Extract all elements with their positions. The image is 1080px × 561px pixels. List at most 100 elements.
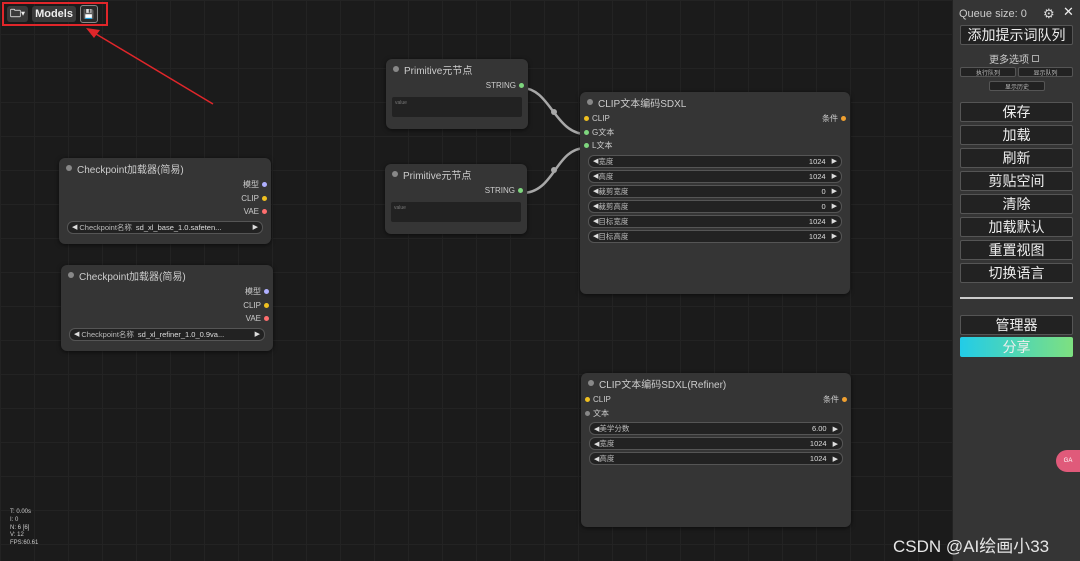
- stat-fps: FPS:60.61: [10, 540, 39, 547]
- left-arrow-icon[interactable]: ◀: [72, 223, 77, 231]
- widget-label: Checkpoint名称: [79, 222, 132, 232]
- vae-output[interactable]: VAE: [61, 312, 273, 326]
- widget-value: sd_xl_base_1.0.safeten...: [135, 222, 222, 232]
- value-textarea[interactable]: value: [392, 96, 522, 117]
- stat-vertices: V: 12: [10, 532, 24, 539]
- stat-iterations: I: 0: [10, 516, 19, 523]
- widget-value: 1024: [809, 454, 827, 463]
- output-label: CLIP: [243, 300, 261, 310]
- g-text-input[interactable]: G文本: [580, 126, 850, 140]
- clip-text-encode-sdxl-refiner-node[interactable]: CLIP文本编码SDXL(Refiner) CLIP 条件 文本 ◀ 美学分数 6.…: [581, 373, 851, 527]
- panel-divider: [960, 297, 1073, 299]
- target-width-widget[interactable]: ◀ 目标宽度 1024 ▶: [588, 214, 842, 228]
- node-title[interactable]: CLIP文本编码SDXL(Refiner): [581, 373, 851, 393]
- node-title[interactable]: Primitive元节点: [385, 164, 527, 184]
- vae-output[interactable]: VAE: [59, 205, 271, 219]
- models-button[interactable]: Models: [32, 6, 76, 22]
- clear-button[interactable]: 清除: [960, 194, 1073, 214]
- output-label: VAE: [245, 314, 261, 324]
- more-options-toggle[interactable]: 更多选项: [989, 51, 1039, 66]
- node-title[interactable]: Checkpoint加载器(简易): [59, 158, 271, 178]
- output-label: 模型: [243, 180, 259, 190]
- more-options-checkbox[interactable]: [1032, 55, 1039, 62]
- stat-time: T: 0.00s: [10, 509, 32, 515]
- widget-value: 1024: [808, 156, 826, 166]
- width-widget[interactable]: ◀ 宽度 1024 ▶: [588, 154, 842, 168]
- clip-input[interactable]: CLIP 条件: [580, 112, 850, 126]
- node-title[interactable]: CLIP文本编码SDXL: [580, 92, 850, 112]
- widget-value: 1024: [808, 216, 826, 226]
- switch-language-button[interactable]: 切换语言: [960, 263, 1073, 283]
- manager-button[interactable]: 管理器: [960, 315, 1073, 335]
- reset-view-button[interactable]: 重置视图: [960, 240, 1073, 260]
- widget-label: 目标高度: [598, 231, 629, 241]
- save-workflow-button[interactable]: 💾: [79, 5, 98, 23]
- height-widget[interactable]: ◀ 高度 1024 ▶: [588, 169, 842, 183]
- widget-label: 高度: [598, 171, 614, 181]
- crop-width-widget[interactable]: ◀ 裁剪宽度 0 ▶: [588, 184, 842, 198]
- right-arrow-icon[interactable]: ▶: [255, 330, 260, 338]
- checkpoint-loader-node-1[interactable]: Checkpoint加载器(简易) 模型 CLIP VAE ◀ Checkpoi…: [59, 158, 271, 244]
- input-label: G文本: [592, 127, 615, 137]
- output-label: CLIP: [241, 193, 259, 203]
- model-output[interactable]: 模型: [61, 285, 273, 299]
- widget-value: sd_xl_refiner_1.0_0.9va...: [137, 329, 225, 339]
- output-label: VAE: [243, 207, 259, 217]
- crop-height-widget[interactable]: ◀ 裁剪高度 0 ▶: [588, 199, 842, 213]
- input-label: CLIP: [593, 395, 611, 405]
- share-button[interactable]: 分享: [960, 337, 1073, 357]
- widget-value: 6.00: [812, 424, 827, 433]
- right-arrow-icon[interactable]: ▶: [253, 223, 258, 231]
- primitive-node-2[interactable]: Primitive元节点 STRING value: [385, 164, 527, 234]
- clip-text-encode-sdxl-node[interactable]: CLIP文本编码SDXL CLIP 条件 G文本 L文本 ◀ 宽度 1024 ▶ ◀ 高…: [580, 92, 850, 294]
- widget-value: 1024: [808, 231, 826, 241]
- widget-label: 宽度: [599, 439, 615, 448]
- left-arrow-icon[interactable]: ◀: [74, 330, 79, 338]
- floating-badge[interactable]: GA: [1056, 450, 1080, 472]
- load-default-button[interactable]: 加载默认: [960, 217, 1073, 237]
- gear-icon[interactable]: ⚙: [1043, 6, 1055, 22]
- widget-value: 1024: [808, 171, 826, 181]
- node-title[interactable]: Primitive元节点: [386, 59, 528, 79]
- l-text-input[interactable]: L文本: [580, 139, 850, 153]
- width-widget[interactable]: ◀ 宽度 1024 ▶: [589, 437, 843, 450]
- queue-prompt-button[interactable]: 添加提示词队列: [960, 25, 1073, 45]
- string-output[interactable]: STRING: [386, 79, 528, 93]
- output-label: 模型: [245, 287, 261, 297]
- load-button[interactable]: 加载: [960, 125, 1073, 145]
- input-label: CLIP: [592, 114, 610, 124]
- input-label: 文本: [593, 408, 609, 418]
- refresh-button[interactable]: 刷新: [960, 148, 1073, 168]
- clip-input[interactable]: CLIP 条件: [581, 393, 851, 407]
- queue-size-label: Queue size: 0: [959, 8, 1027, 20]
- side-menu-panel: Queue size: 0 ⚙ ✕ 添加提示词队列 更多选项 执行队列 显示队列…: [952, 0, 1080, 561]
- checkpoint-name-combo[interactable]: ◀ Checkpoint名称 sd_xl_refiner_1.0_0.9va..…: [69, 327, 265, 341]
- queue-front-button[interactable]: 执行队列: [960, 67, 1016, 77]
- stat-nodes: N: 6 [6]: [10, 524, 30, 531]
- widget-label: Checkpoint名称: [81, 329, 134, 339]
- primitive-node-1[interactable]: Primitive元节点 STRING value: [386, 59, 528, 129]
- output-label: STRING: [484, 186, 515, 196]
- widget-value: 1024: [809, 439, 827, 448]
- height-widget[interactable]: ◀ 高度 1024 ▶: [589, 452, 843, 465]
- target-height-widget[interactable]: ◀ 目标高度 1024 ▶: [588, 229, 842, 243]
- view-history-button[interactable]: 显示历史: [989, 81, 1045, 91]
- checkpoint-name-combo[interactable]: ◀ Checkpoint名称 sd_xl_base_1.0.safeten...…: [67, 220, 263, 234]
- widget-value: 0: [821, 186, 826, 196]
- folder-menu-button[interactable]: 🗀▾: [7, 6, 29, 22]
- aesthetic-score-widget[interactable]: ◀ 美学分数 6.00 ▶: [589, 422, 843, 435]
- more-options-label: 更多选项: [989, 55, 1029, 66]
- clip-output[interactable]: CLIP: [61, 299, 273, 313]
- string-output[interactable]: STRING: [385, 184, 527, 198]
- clip-output[interactable]: CLIP: [59, 192, 271, 206]
- model-output[interactable]: 模型: [59, 178, 271, 192]
- close-icon[interactable]: ✕: [1063, 4, 1074, 20]
- checkpoint-loader-node-2[interactable]: Checkpoint加载器(简易) 模型 CLIP VAE ◀ Checkpoi…: [61, 265, 273, 351]
- view-queue-button[interactable]: 显示队列: [1018, 67, 1073, 77]
- save-button[interactable]: 保存: [960, 102, 1073, 122]
- clipspace-button[interactable]: 剪贴空间: [960, 171, 1073, 191]
- node-title[interactable]: Checkpoint加载器(简易): [61, 265, 273, 285]
- text-input[interactable]: 文本: [581, 407, 851, 421]
- folder-icon: 🗀▾: [10, 7, 26, 20]
- value-textarea[interactable]: value: [391, 201, 521, 222]
